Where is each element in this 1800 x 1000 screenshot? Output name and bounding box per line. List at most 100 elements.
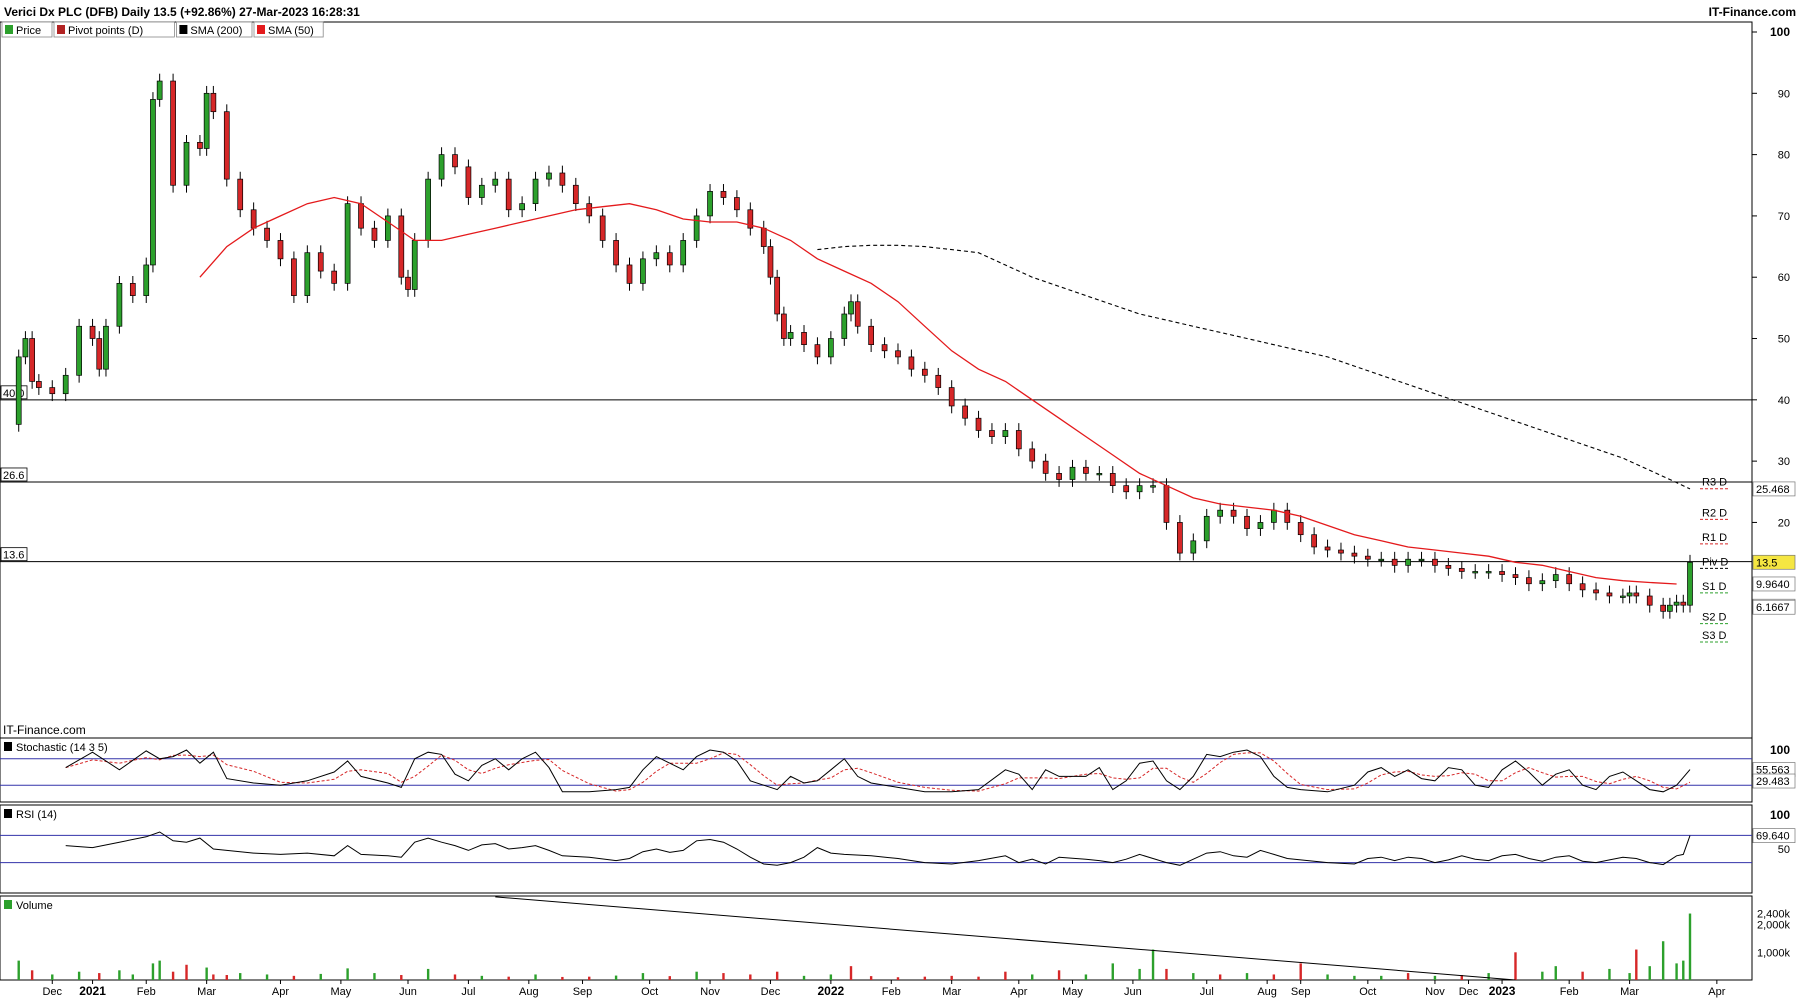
legend: Price Pivot points (D) SMA (200) SMA (50) <box>1 21 324 38</box>
volume-bar <box>17 960 20 980</box>
volume-legend-swatch <box>4 900 12 909</box>
volume-bar <box>950 975 953 980</box>
stochastic-d-value: 29.483 <box>1756 776 1790 788</box>
candle-down <box>1177 522 1183 554</box>
volume-bar <box>346 968 349 980</box>
volume-bar <box>1165 968 1168 980</box>
stochastic-legend-swatch <box>4 742 12 751</box>
candle-up <box>425 178 431 241</box>
candle-down <box>1015 430 1022 450</box>
y-tick-label: 80 <box>1778 150 1790 162</box>
candle-up <box>1217 509 1224 517</box>
candle-down <box>358 203 364 229</box>
x-tick-label: Mar <box>197 986 216 998</box>
pivot-label: S2 D <box>1702 612 1727 624</box>
candle-up <box>1271 509 1277 523</box>
candle-up <box>1096 473 1103 476</box>
candle-up <box>1136 485 1143 493</box>
volume-panel[interactable]: 2,000k 1,000k 2,400k Volume <box>0 895 1790 981</box>
volume-bar <box>185 964 188 980</box>
volume-bar <box>319 973 322 980</box>
value-badge-label: 9.9640 <box>1756 579 1790 591</box>
candle-up <box>76 325 82 376</box>
candle-down <box>29 338 35 382</box>
candle-down <box>398 215 405 278</box>
candle-down <box>908 356 915 370</box>
candle-down <box>197 141 203 149</box>
chart-title: Verici Dx PLC (DFB) Daily 13.5 (+92.86%)… <box>4 5 360 19</box>
volume-bar <box>749 974 752 980</box>
value-badge-label: 25.468 <box>1756 484 1790 496</box>
x-tick-label: 2022 <box>818 984 845 998</box>
candle-down <box>1324 546 1331 551</box>
x-tick-label: Apr <box>1010 986 1027 998</box>
rsi-legend-swatch <box>4 809 12 818</box>
volume-bar <box>1138 968 1141 980</box>
candle-up <box>707 191 713 217</box>
candle-up <box>1378 558 1385 562</box>
volume-bar <box>118 970 121 980</box>
candle-up <box>150 99 156 266</box>
volume-bar <box>1057 970 1061 980</box>
stochastic-frame <box>0 737 1753 803</box>
x-tick-label: Sep <box>1291 986 1311 998</box>
price-panel-frame <box>0 21 1753 739</box>
candle-up <box>546 172 552 180</box>
stochastic-y-label: 100 <box>1770 743 1790 757</box>
stochastic-panel[interactable]: 10055.56329.483Stochastic (14 3 5) <box>0 737 1796 803</box>
legend-swatch <box>57 25 65 34</box>
x-tick-label: Jul <box>1200 986 1214 998</box>
candle-down <box>277 240 284 260</box>
candle-down <box>452 154 458 168</box>
candle-down <box>1083 466 1089 474</box>
candle-down <box>170 80 176 186</box>
volume-bar <box>1111 963 1114 980</box>
volume-bar <box>1628 973 1631 980</box>
candle-down <box>223 111 230 180</box>
volume-bar <box>171 971 175 980</box>
candle-up <box>304 252 311 296</box>
volume-bar <box>869 976 873 980</box>
candle-down <box>559 172 566 186</box>
x-tick-label: Aug <box>1257 986 1277 998</box>
candle-down <box>801 332 807 346</box>
y-tick-label: 30 <box>1778 456 1790 468</box>
candle-up <box>1257 522 1264 529</box>
volume-bar <box>1192 973 1195 980</box>
x-tick-label: Sep <box>573 986 593 998</box>
volume-bar <box>1608 968 1611 980</box>
y-tick-label: 90 <box>1778 88 1790 100</box>
x-tick-label: Nov <box>700 986 720 998</box>
pivot-label: Piv D <box>1702 556 1728 568</box>
candle-down <box>1364 555 1371 560</box>
volume-bar <box>265 974 269 980</box>
candle-down <box>734 197 740 211</box>
x-tick-label: May <box>330 986 351 998</box>
candle-up <box>787 332 794 339</box>
candle-down <box>1499 571 1505 575</box>
candle-up <box>103 325 109 370</box>
x-tick-label: Dec <box>761 986 781 998</box>
candle-down <box>1512 574 1519 578</box>
candle-up <box>1552 574 1559 582</box>
candle-up <box>1203 515 1210 542</box>
price-panel[interactable]: 203040506070809010040.026.613.6R3 DR2 DR… <box>0 21 1796 739</box>
x-tick-label: Feb <box>882 986 901 998</box>
candle-up <box>492 178 499 186</box>
candle-up <box>1405 558 1411 566</box>
y-tick-label: 20 <box>1778 517 1790 529</box>
value-badge-label: 6.1667 <box>1756 602 1790 614</box>
volume-bar <box>1648 966 1651 980</box>
volume-bar <box>30 970 34 980</box>
rsi-panel[interactable]: 100 5069.640 RSI (14) <box>0 804 1796 894</box>
x-tick-label: Jul <box>461 986 475 998</box>
y-tick-label: 100 <box>1770 25 1790 39</box>
candle-down <box>1311 534 1317 548</box>
candle-down <box>1297 522 1304 536</box>
y-tick-label: 60 <box>1778 272 1790 284</box>
volume-bar <box>77 971 81 980</box>
volume-bar <box>896 977 900 980</box>
volume-bar <box>1541 971 1544 980</box>
candle-down <box>572 184 579 205</box>
x-tick-label: 2023 <box>1489 984 1516 998</box>
